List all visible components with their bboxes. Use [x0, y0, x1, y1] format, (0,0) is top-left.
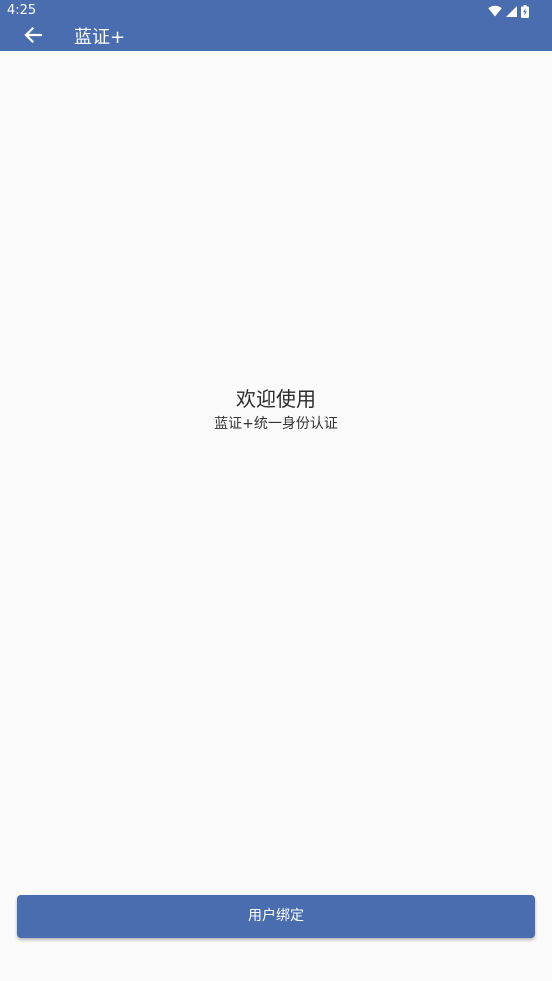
- welcome-section: 欢迎使用 蓝证+统一身份认证: [0, 385, 552, 434]
- welcome-subtitle: 蓝证+统一身份认证: [214, 416, 338, 432]
- battery-charging-icon: [521, 4, 529, 18]
- app-bar: 4:25 蓝证+: [0, 0, 552, 51]
- wifi-icon: [488, 5, 502, 17]
- page-title: 蓝证+: [74, 27, 126, 48]
- arrow-left-icon: [23, 25, 43, 49]
- signal-icon: [506, 5, 517, 17]
- welcome-title: 欢迎使用: [236, 387, 316, 411]
- status-time: 4:25: [7, 3, 37, 18]
- toolbar: 蓝证+: [0, 22, 552, 51]
- status-bar: 4:25: [0, 0, 552, 22]
- back-button[interactable]: [21, 25, 45, 49]
- status-icons: [488, 4, 529, 18]
- user-bind-button[interactable]: 用户绑定: [17, 895, 535, 938]
